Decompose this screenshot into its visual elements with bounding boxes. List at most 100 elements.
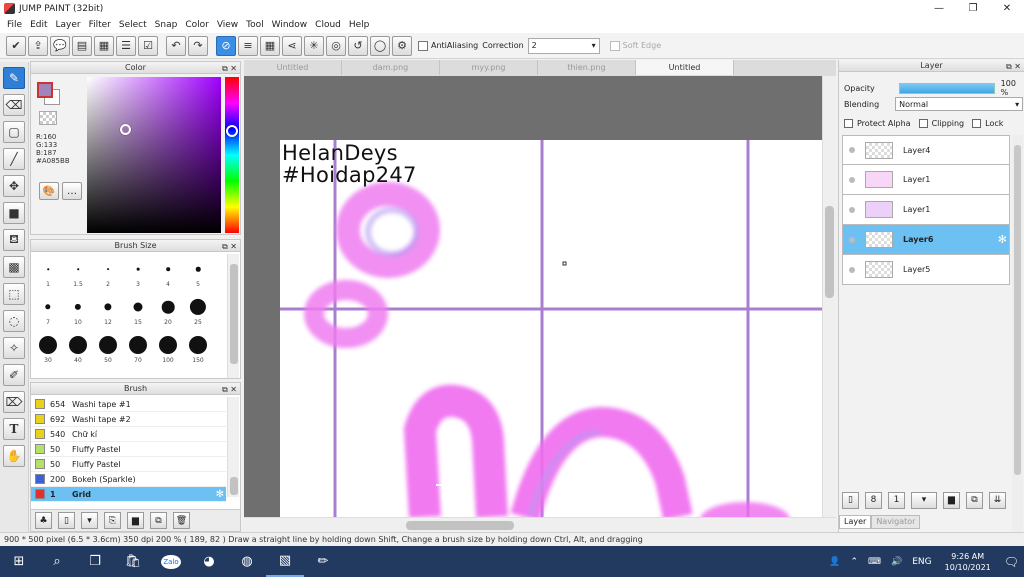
language-indicator[interactable]: ENG [912, 557, 931, 567]
brush-size-option[interactable]: 40 [63, 330, 93, 370]
foreground-color-swatch[interactable] [37, 82, 53, 98]
gradient-tool-icon[interactable]: ▩ [3, 256, 25, 278]
brush-size-option[interactable]: 150 [183, 330, 213, 370]
menu-help[interactable]: Help [345, 20, 374, 30]
snap-grid-icon[interactable]: ▦ [260, 35, 280, 56]
magic-wand-tool-icon[interactable]: ✧ [3, 337, 25, 359]
brush-size-option[interactable]: 15 [123, 292, 153, 332]
notification-icon[interactable]: 🗨 [1004, 555, 1019, 569]
panel-controls-icon[interactable]: ⧉ ✕ [222, 63, 237, 75]
new-layer-1bit-icon[interactable]: 1 [888, 491, 905, 509]
tab-layer[interactable]: Layer [839, 515, 872, 529]
menu-layer[interactable]: Layer [52, 20, 85, 30]
menu-cloud[interactable]: Cloud [311, 20, 345, 30]
snap-perspective-icon[interactable]: ⋖ [282, 35, 302, 56]
opacity-slider[interactable] [898, 82, 995, 94]
brush-size-option[interactable]: 50 [93, 330, 123, 370]
more-icon[interactable]: … [62, 182, 82, 200]
brush-size-option[interactable]: 3 [123, 254, 153, 294]
snap-settings-icon[interactable]: ⚙ [392, 35, 412, 56]
rectangle-tool-icon[interactable]: ▢ [3, 121, 25, 143]
menu-select[interactable]: Select [115, 20, 151, 30]
layer-item[interactable]: Layer1 [842, 165, 1010, 195]
bucket-tool-icon[interactable]: ⛾ [3, 229, 25, 251]
brush-size-option[interactable]: 25 [183, 292, 213, 332]
undo-icon[interactable]: ↶ [166, 35, 186, 56]
select-rect-tool-icon[interactable]: ⬚ [3, 283, 25, 305]
search-icon[interactable]: ⌕ [38, 546, 76, 577]
hand-tool-icon[interactable]: ✋ [3, 445, 25, 467]
tab-dam[interactable]: dam.png [342, 60, 440, 75]
people-icon[interactable]: 👤 [829, 557, 840, 567]
cloud-check-icon[interactable]: ✔ [6, 35, 26, 56]
checklist-icon[interactable]: ☑ [138, 35, 158, 56]
brush-tree-icon[interactable]: ♣ [35, 512, 52, 529]
brush-size-option[interactable]: 1 [33, 254, 63, 294]
message-icon[interactable]: ▤ [72, 35, 92, 56]
clipping-checkbox[interactable] [918, 119, 928, 128]
brush-size-option[interactable]: 100 [153, 330, 183, 370]
folder-icon[interactable]: ▆ [943, 491, 960, 509]
menu-color[interactable]: Color [181, 20, 213, 30]
brush-size-option[interactable]: 7 [33, 292, 63, 332]
visibility-icon[interactable] [849, 236, 855, 243]
new-brush-icon[interactable]: ▯ [58, 512, 75, 529]
chrome-app-icon[interactable]: ◕ [190, 546, 228, 577]
folder-icon[interactable]: ▆ [127, 512, 144, 529]
gear-icon[interactable]: ✻ [216, 489, 224, 500]
task-view-icon[interactable]: ❐ [76, 546, 114, 577]
brush-size-option[interactable]: 12 [93, 292, 123, 332]
visibility-icon[interactable] [849, 206, 855, 213]
visibility-icon[interactable] [849, 147, 855, 153]
duplicate-icon[interactable]: ⧉ [150, 512, 167, 529]
brush-size-scrollbar[interactable] [227, 254, 239, 378]
layer-item[interactable]: Layer4 [842, 135, 1010, 165]
brush-size-option[interactable]: 5 [183, 254, 213, 294]
brush-size-option[interactable]: 10 [63, 292, 93, 332]
zalo-app-icon[interactable]: Zalo [152, 546, 190, 577]
brush-item[interactable]: 692 Washi tape #2 [31, 412, 226, 427]
brush-size-option[interactable]: 4 [153, 254, 183, 294]
antialiasing-checkbox[interactable] [418, 40, 428, 51]
list-icon[interactable]: ☰ [116, 35, 136, 56]
layer-item-selected[interactable]: Layer6 ✻ [842, 225, 1010, 255]
trash-icon[interactable]: 🗑 [173, 512, 190, 529]
hue-slider-handle[interactable] [226, 125, 238, 137]
snap-radial-icon[interactable]: ✳ [304, 35, 324, 56]
layer-item[interactable]: Layer5 [842, 255, 1010, 285]
gear-icon[interactable]: ✻ [998, 233, 1007, 246]
menu-filter[interactable]: Filter [85, 20, 115, 30]
protect-alpha-checkbox[interactable] [844, 119, 853, 128]
eraser-tool-icon[interactable]: ⌫ [3, 94, 25, 116]
tab-navigator[interactable]: Navigator [871, 515, 921, 529]
store-icon[interactable]: 🛍 [114, 546, 152, 577]
saturation-value-picker[interactable] [87, 77, 221, 233]
text-tool-icon[interactable]: T [3, 418, 25, 440]
pen-tool-icon[interactable]: ✎ [3, 67, 25, 89]
clock[interactable]: 9:26 AM 10/10/2021 [945, 551, 991, 573]
menu-file[interactable]: File [3, 20, 26, 30]
tab-untitled[interactable]: Untitled [244, 60, 342, 75]
menu-view[interactable]: View [213, 20, 242, 30]
merge-icon[interactable]: ⇊ [989, 491, 1006, 509]
windows-start-icon[interactable]: ⊞ [0, 546, 38, 577]
snap-parallel-icon[interactable]: ≡ [238, 35, 258, 56]
panel-controls-icon[interactable]: ⧉ ✕ [1006, 61, 1021, 73]
menu-tool[interactable]: Tool [242, 20, 267, 30]
hue-slider[interactable] [225, 77, 239, 233]
new-layer-icon[interactable]: ▯ [842, 491, 859, 509]
menu-window[interactable]: Window [268, 20, 312, 30]
panel-controls-icon[interactable]: ⧉ ✕ [222, 241, 237, 253]
tab-thien[interactable]: thien.png [538, 60, 636, 75]
comment-icon[interactable]: 💬 [50, 35, 70, 56]
volume-icon[interactable]: 🔊 [891, 557, 902, 567]
brush-size-option[interactable]: 30 [33, 330, 63, 370]
correction-select[interactable]: 2 ▾ [527, 37, 600, 54]
fill-rect-tool-icon[interactable]: ■ [3, 202, 25, 224]
snap-off-icon[interactable]: ⊘ [216, 35, 236, 56]
select-eraser-tool-icon[interactable]: ⌦ [3, 391, 25, 413]
chevron-up-icon[interactable]: ⌃ [850, 557, 858, 567]
jump-paint-app-icon[interactable]: ▧ [266, 546, 304, 577]
browser-app-icon[interactable]: ◍ [228, 546, 266, 577]
layer-list-scrollbar[interactable] [1012, 135, 1023, 545]
